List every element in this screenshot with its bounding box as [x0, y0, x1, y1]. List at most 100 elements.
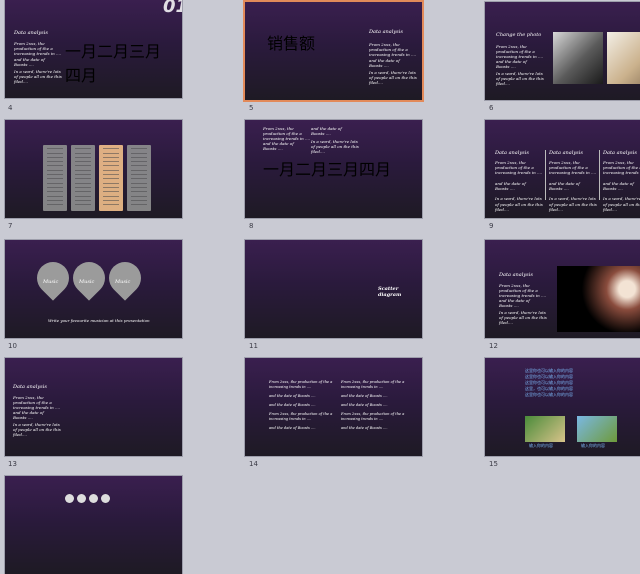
table-cell — [47, 178, 63, 180]
bar-segment: 三月四月 — [327, 160, 391, 179]
slide-thumbnail-9[interactable]: Data analysis From 2xxx, the production o… — [485, 120, 640, 218]
slide-text: Data analysis — [13, 384, 47, 390]
slide-number: 4 — [8, 104, 13, 112]
slide-text: From 2xxx, the production of the a incre… — [603, 160, 640, 212]
slide-text: and the date of Boosts .... — [499, 298, 530, 309]
table-cell — [131, 186, 147, 188]
bar-segment: 四月 — [359, 160, 391, 179]
slide-text: 输入你的内容 — [581, 443, 605, 448]
table-cell — [75, 195, 91, 197]
table-column — [127, 145, 151, 211]
slide-thumbnail-partial[interactable] — [5, 476, 182, 574]
slide-text: Data analysis — [549, 150, 583, 156]
table-cell — [103, 169, 119, 171]
tick-label: 二月 — [97, 42, 130, 61]
bar-segment: 一月二月三月四月 — [263, 160, 391, 179]
table-cell — [75, 178, 91, 180]
slide-thumbnail-14[interactable]: From 2xxx, the production of the a incre… — [245, 358, 422, 456]
table-cell — [131, 165, 147, 167]
table-cell — [47, 204, 63, 206]
table-cell — [103, 199, 119, 201]
table-cell — [47, 148, 63, 150]
slide-thumbnail-5[interactable]: Data analysis From 2xxx, the production o… — [245, 2, 422, 100]
slide-number: 12 — [489, 342, 498, 350]
slide-text: Music — [79, 279, 95, 285]
bar: 四月 — [65, 66, 97, 85]
slide-thumbnail-12[interactable]: Data analysis From 2xxx, the production o… — [485, 240, 640, 338]
table-cell — [131, 169, 147, 171]
table-cell — [75, 204, 91, 206]
slide-number: 6 — [489, 104, 494, 112]
circle-decoration — [65, 494, 74, 503]
table-cell — [103, 161, 119, 163]
bar-segment: 一月二月三月四月 — [263, 160, 391, 179]
bar: 四月 — [65, 66, 97, 85]
slide-text: Data analysis — [499, 272, 533, 278]
slide-text: Data analysis — [14, 30, 48, 36]
pie-title: 销售额 — [267, 34, 316, 53]
table-cell — [75, 182, 91, 184]
slide-text: From 2xxx, the production of the a incre… — [369, 42, 417, 58]
table-cell — [47, 165, 63, 167]
slide-text: and the date of Boosts .... — [496, 59, 527, 70]
table-cell — [131, 182, 147, 184]
slide-text: From 2xxx, the production of the a incre… — [14, 41, 62, 57]
slide-number: 11 — [249, 342, 258, 350]
slide-number: 13 — [8, 460, 17, 468]
divider — [599, 150, 600, 200]
slide-number: 5 — [249, 104, 254, 112]
slide-text: In a word, there're lots of people all o… — [369, 70, 417, 86]
table-cell — [103, 178, 119, 180]
table-cell — [47, 191, 63, 193]
slide-thumbnail-13[interactable]: Data analysis From 2xxx, the production o… — [5, 358, 182, 456]
slide-text: Data analysis — [369, 29, 403, 35]
table-cell — [103, 195, 119, 197]
slide-text: Data analysis — [495, 150, 529, 156]
table-cell — [131, 204, 147, 206]
table-cell — [47, 199, 63, 201]
slide-number: 14 — [249, 460, 258, 468]
slide-thumbnail-15[interactable]: 这里你也可以输入你的内容 这里你也可以输入你的内容 这里你也可以输入你的内容 这… — [485, 358, 640, 456]
table-column — [99, 145, 123, 211]
table-cell — [47, 182, 63, 184]
slide-text: From 2xxx, the production of the a incre… — [263, 126, 311, 142]
tick-label: 四月 — [359, 160, 392, 179]
slide-text: Write your favourite musician at this pr… — [48, 318, 150, 323]
table-cell — [75, 186, 91, 188]
slide-thumbnail-8[interactable]: From 2xxx, the production of the a incre… — [245, 120, 422, 218]
table-cell — [131, 174, 147, 176]
slide-thumbnail-4[interactable]: 01 Data analysis From 2xxx, the production… — [5, 0, 182, 98]
tick-label: 一月 — [263, 160, 296, 179]
table-cell — [47, 169, 63, 171]
table-cell — [75, 152, 91, 154]
bar-segment: 二月三月四月 — [295, 160, 391, 179]
slide-thumbnail-6[interactable]: Change the photo From 2xxx, the productio… — [485, 2, 640, 100]
slide-text: From 2xxx, the production of the a incre… — [549, 160, 597, 212]
slide-thumbnail-7[interactable] — [5, 120, 182, 218]
bar-segment: 四月 — [359, 160, 391, 179]
table-cell — [47, 161, 63, 163]
bar-segment: 三月四月 — [327, 160, 391, 179]
table-cell — [75, 191, 91, 193]
table-cell — [103, 191, 119, 193]
table-cell — [47, 174, 63, 176]
slide-number: 8 — [249, 222, 254, 230]
slide-text: From 2xxx, the production of the a incre… — [495, 160, 543, 212]
slide-number: 9 — [489, 222, 494, 230]
slide-text: In a word, there're lots of people all o… — [13, 422, 61, 438]
slide-text: Change the photo — [496, 32, 542, 38]
stacked-bar-chart: 一月二月三月四月 — [263, 156, 393, 216]
slide-thumbnail-10[interactable]: Music Music Music Write your favourite musi… — [5, 240, 182, 338]
slide-text: In a word, there're lots of people all o… — [14, 69, 62, 85]
divider — [545, 150, 546, 200]
table-cell — [103, 204, 119, 206]
slide-text: Music — [43, 279, 59, 285]
slide-text: In a word, there're lots of people all o… — [311, 139, 359, 155]
table-cell — [75, 169, 91, 171]
table-cell — [131, 161, 147, 163]
slide-text: and the date of Boosts .... — [14, 57, 45, 68]
slide-number: 15 — [489, 460, 498, 468]
bar-chart: 一月二月三月四月 — [65, 38, 165, 98]
photo-placeholder — [525, 416, 565, 442]
slide-thumbnail-11[interactable]: Scatter diagram — [245, 240, 422, 338]
